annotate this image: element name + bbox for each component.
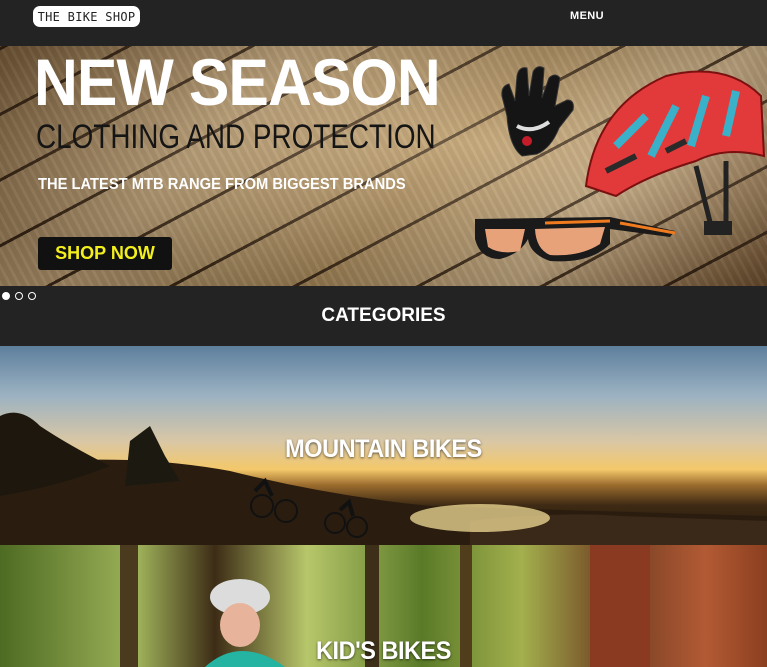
slider-dot-2[interactable] bbox=[15, 292, 23, 300]
slider-dot-1[interactable] bbox=[2, 292, 10, 300]
hero-tagline: THE LATEST MTB RANGE FROM BIGGEST BRANDS bbox=[38, 176, 406, 193]
hero-subtitle: CLOTHING AND PROTECTION bbox=[36, 118, 436, 156]
shop-now-button[interactable]: SHOP NOW bbox=[38, 237, 172, 270]
categories-title: CATEGORIES bbox=[321, 305, 446, 326]
sunglasses-image bbox=[475, 217, 676, 262]
slider-dots bbox=[2, 292, 36, 300]
slider-dot-3[interactable] bbox=[28, 292, 36, 300]
hero-banner: NEW SEASON CLOTHING AND PROTECTION THE L… bbox=[0, 46, 767, 286]
top-navbar: THE BIKE SHOP MENU bbox=[0, 0, 767, 46]
menu-button[interactable]: MENU bbox=[570, 10, 604, 22]
helmet-image bbox=[584, 70, 766, 235]
category-kids-bikes[interactable]: KID'S BIKES bbox=[0, 545, 767, 667]
hero-title: NEW SEASON bbox=[34, 46, 441, 119]
category-mountain-bikes[interactable]: MOUNTAIN BIKES bbox=[0, 346, 767, 545]
category-label-mountain-bikes: MOUNTAIN BIKES bbox=[285, 435, 482, 463]
site-logo[interactable]: THE BIKE SHOP bbox=[33, 6, 140, 27]
category-label-kids-bikes: KID'S BIKES bbox=[316, 637, 451, 665]
